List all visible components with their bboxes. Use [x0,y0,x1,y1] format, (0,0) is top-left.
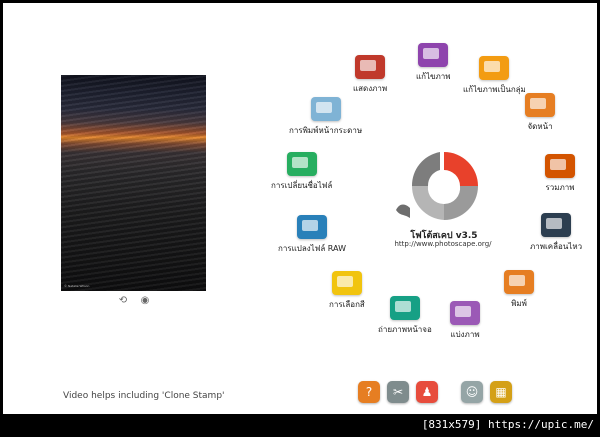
tool-screen-capture[interactable]: ถ่ายภาพหน้าจอ [378,296,432,336]
rotate-icon[interactable]: ⟲ [117,296,129,306]
main-panel: © Natalie Wilson ⟲ ◉ Video helps includi… [3,3,597,414]
gallery-icon[interactable]: ▦ [490,381,512,403]
logo-gray-arc-left [411,152,440,186]
tool-combine[interactable]: รวมภาพ [545,154,575,194]
viewer-icon [355,55,386,79]
page-icon [525,93,555,117]
tool-splitter[interactable]: แบ่งภาพ [450,301,480,341]
tool-animated-gif[interactable]: ภาพเคลื่อนไหว [530,213,582,253]
logo-tail [396,204,410,218]
print-icon [504,270,534,294]
tool-batch-editor[interactable]: แก้ไขภาพเป็นกลุ่ม [463,56,526,96]
people-icon[interactable]: ♟ [416,381,438,403]
tool-print[interactable]: พิมพ์ [504,270,534,310]
paper-print-icon [310,97,341,121]
rename-icon [286,152,317,176]
image-watermark: [831x579] https://upic.me/ [421,418,594,431]
tools-icon[interactable]: ✂ [387,381,409,403]
screen-capture-icon [389,296,420,320]
app-url[interactable]: http://www.photoscape.org/ [375,240,511,248]
logo-gray-arc-right [444,186,478,220]
editor-icon [418,43,449,67]
photoscape-logo [396,152,478,220]
preview-photo[interactable]: © Natalie Wilson [61,75,206,291]
tool-color-picker[interactable]: การเลือกสี [329,271,365,311]
raw-converter-icon [297,215,327,239]
splitter-icon [450,301,480,325]
animated-gif-icon [541,213,572,237]
photo-caption: © Natalie Wilson [64,284,90,288]
color-picker-icon [331,271,362,295]
combine-icon [545,154,575,178]
batch-editor-icon [479,56,510,80]
tool-paper-print[interactable]: การพิมพ์หน้ากระดาษ [289,97,362,137]
tool-editor[interactable]: แก้ไขภาพ [416,43,451,83]
help-icon[interactable]: ? [358,381,380,403]
logo-red-arc [444,152,478,186]
eye-icon[interactable]: ◉ [139,296,151,306]
tool-viewer[interactable]: แสดงภาพ [353,55,387,95]
face-icon[interactable]: ☺ [461,381,483,403]
logo-gray-arc-bottom [411,186,444,220]
video-help-link[interactable]: Video helps including 'Clone Stamp' [63,391,225,401]
tool-rename[interactable]: การเปลี่ยนชื่อไฟล์ [271,152,332,192]
tool-raw-converter[interactable]: การแปลงไฟล์ RAW [278,215,346,255]
tool-page[interactable]: จัดหน้า [525,93,555,133]
